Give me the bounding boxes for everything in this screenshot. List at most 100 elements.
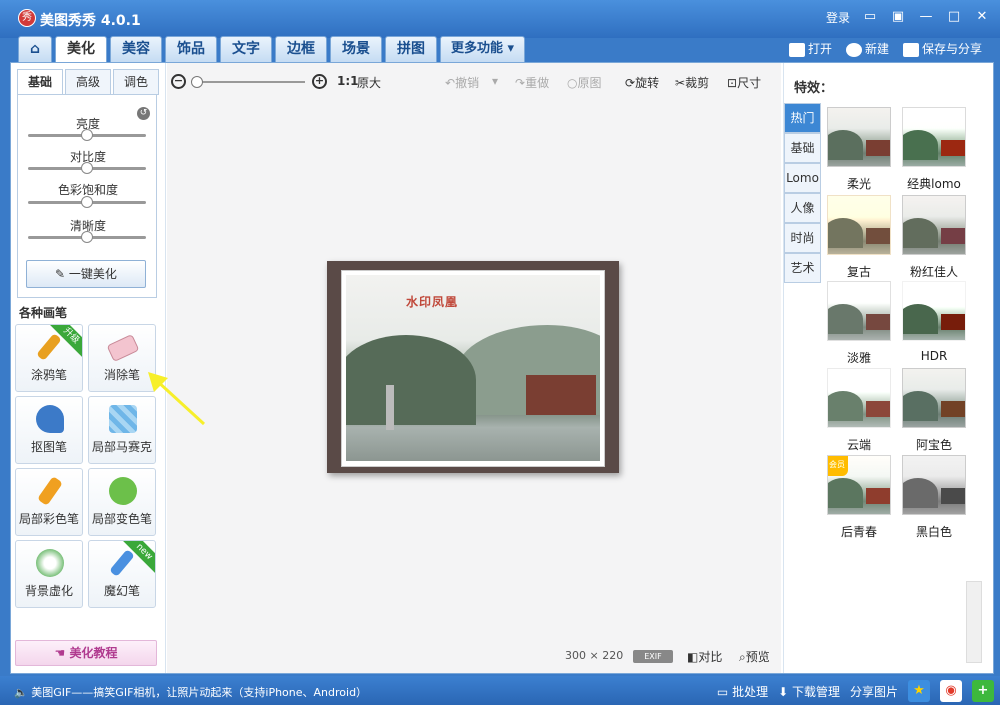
brush-eraser[interactable]: 消除笔 xyxy=(88,324,156,392)
tab-home[interactable]: ⌂ xyxy=(18,36,52,62)
category-portrait[interactable]: 人像 xyxy=(784,193,821,223)
compare-button[interactable]: ◧对比 xyxy=(687,648,722,665)
sharpness-knob[interactable] xyxy=(81,231,93,243)
mountain-shape xyxy=(903,304,938,334)
contrast-slider[interactable] xyxy=(28,162,146,174)
new-button[interactable]: 新建 xyxy=(845,40,889,57)
left-panel: 基础 高级 调色 ↺ 亮度 对比度 色彩饱和度 清晰度 ✎ 一键美化 各种画笔 … xyxy=(11,63,166,673)
circle-icon: ○ xyxy=(567,76,578,90)
window-controls: 登录 ▭ ▣ — □ ✕ xyxy=(826,9,990,26)
brush-doodle[interactable]: 升级 涂鸦笔 xyxy=(15,324,83,392)
minimize-icon[interactable]: — xyxy=(918,9,934,26)
batch-button[interactable]: ▭ 批处理 xyxy=(717,683,768,700)
tab-accessories[interactable]: 饰品 xyxy=(165,36,217,62)
mountain-shape xyxy=(903,218,938,248)
saturation-slider[interactable] xyxy=(28,196,146,208)
zoom-ratio-button[interactable]: 1:1 xyxy=(337,74,359,88)
exif-button[interactable]: EXIF xyxy=(633,650,673,663)
share-image-button[interactable]: 分享图片 xyxy=(850,683,898,700)
zoom-knob[interactable] xyxy=(191,76,203,88)
brush-local-recolor[interactable]: 局部变色笔 xyxy=(88,468,156,536)
effect-thumb-hdr[interactable] xyxy=(902,281,966,341)
building-shape xyxy=(941,401,965,417)
saturation-knob[interactable] xyxy=(81,196,93,208)
beautify-tutorial-button[interactable]: ☚ 美化教程 xyxy=(15,640,157,666)
effect-thumb-lomo[interactable] xyxy=(902,107,966,167)
preview-button[interactable]: ⌕预览 xyxy=(739,648,770,665)
category-fashion[interactable]: 时尚 xyxy=(784,223,821,253)
effect-thumb-retro[interactable] xyxy=(827,195,891,255)
add-icon[interactable]: + xyxy=(972,680,994,702)
star-icon[interactable]: ★ xyxy=(908,680,930,702)
original-button[interactable]: ○原图 xyxy=(567,74,602,91)
brush-local-color[interactable]: 局部彩色笔 xyxy=(15,468,83,536)
weibo-icon[interactable]: ◉ xyxy=(940,680,962,702)
building-shape xyxy=(866,228,890,244)
category-hot[interactable]: 热门 xyxy=(784,103,821,133)
tab-collage[interactable]: 拼图 xyxy=(385,36,437,62)
adjust-subtabs: 基础 高级 调色 xyxy=(17,69,161,95)
maximize-icon[interactable]: □ xyxy=(946,9,962,26)
resize-button[interactable]: ⊡尺寸 xyxy=(727,74,761,91)
brush-magic[interactable]: new 魔幻笔 xyxy=(88,540,156,608)
login-link[interactable]: 登录 xyxy=(826,9,850,26)
effect-thumb-cloud[interactable] xyxy=(827,368,891,428)
redo-button[interactable]: ↷重做 xyxy=(515,74,549,91)
paint-bucket-icon xyxy=(109,477,137,505)
effects-scrollbar[interactable] xyxy=(966,581,982,663)
category-basic[interactable]: 基础 xyxy=(784,133,821,163)
undo-button[interactable]: ↶撤销 xyxy=(445,74,479,91)
undo-dropdown-icon[interactable]: ▾ xyxy=(492,74,498,88)
zoom-in-icon[interactable]: + xyxy=(312,74,327,89)
tab-text[interactable]: 文字 xyxy=(220,36,272,62)
effect-thumb-bw[interactable] xyxy=(902,455,966,515)
chat-icon[interactable]: ▭ xyxy=(862,9,878,26)
tab-more[interactable]: 更多功能 ▾ xyxy=(440,36,526,62)
crop-button[interactable]: ✂裁剪 xyxy=(675,74,709,91)
one-key-beautify-button[interactable]: ✎ 一键美化 xyxy=(26,260,146,288)
effect-thumb-elegant[interactable] xyxy=(827,281,891,341)
rotate-button[interactable]: ⟳旋转 xyxy=(625,74,659,91)
subtab-advanced[interactable]: 高级 xyxy=(65,69,111,95)
brush-bg-blur[interactable]: 背景虚化 xyxy=(15,540,83,608)
brush-mosaic[interactable]: 局部马赛克 xyxy=(88,396,156,464)
brightness-knob[interactable] xyxy=(81,129,93,141)
open-button[interactable]: 打开 xyxy=(788,40,832,57)
speaker-icon: 🔈 xyxy=(14,686,32,699)
zoom-slider[interactable] xyxy=(191,76,305,88)
image-height: 220 xyxy=(602,649,624,662)
download-manager-button[interactable]: ⬇ 下载管理 xyxy=(778,683,840,700)
brightness-slider[interactable] xyxy=(28,129,146,141)
save-share-button[interactable]: 保存与分享 xyxy=(902,40,982,57)
subtab-color[interactable]: 调色 xyxy=(113,69,159,95)
subtab-basic[interactable]: 基础 xyxy=(17,69,63,95)
effect-thumb-abao[interactable] xyxy=(902,368,966,428)
effect-label: 淡雅 xyxy=(846,351,871,365)
status-message[interactable]: 🔈 美图GIF——搞笑GIF相机，让照片动起来（支持iPhone、Android… xyxy=(14,684,367,700)
category-art[interactable]: 艺术 xyxy=(784,253,821,283)
effect-thumb-pink[interactable] xyxy=(902,195,966,255)
doodle-brush-icon xyxy=(36,333,62,361)
eraser-icon xyxy=(106,333,140,363)
tab-face[interactable]: 美容 xyxy=(110,36,162,62)
effect-thumb-soft[interactable] xyxy=(827,107,891,167)
brush-label: 局部彩色笔 xyxy=(18,512,79,526)
photo-image[interactable]: 水印凤凰 xyxy=(346,275,600,461)
tab-beautify[interactable]: 美化 xyxy=(55,36,107,62)
effect-label: HDR xyxy=(920,349,948,363)
brush-cutout[interactable]: 抠图笔 xyxy=(15,396,83,464)
new-label: 新建 xyxy=(864,42,889,56)
tab-border[interactable]: 边框 xyxy=(275,36,327,62)
zoom-out-icon[interactable]: − xyxy=(171,74,186,89)
canvas-toolbar: − + 1:1 原大 ↶撤销 ▾ ↷重做 ○原图 ⟳旋转 ✂裁剪 ⊡尺寸 xyxy=(167,71,781,93)
sharpness-slider[interactable] xyxy=(28,231,146,243)
tab-scene[interactable]: 场景 xyxy=(330,36,382,62)
contrast-knob[interactable] xyxy=(81,162,93,174)
skin-icon[interactable]: ▣ xyxy=(890,9,906,26)
close-icon[interactable]: ✕ xyxy=(974,9,990,26)
effect-thumb-youth[interactable]: 会员 xyxy=(827,455,891,515)
original-size-button[interactable]: 原大 xyxy=(357,74,381,91)
rotate-icon: ⟳ xyxy=(625,76,636,90)
effects-title: 特效： xyxy=(794,81,834,96)
category-lomo[interactable]: Lomo xyxy=(784,163,821,193)
